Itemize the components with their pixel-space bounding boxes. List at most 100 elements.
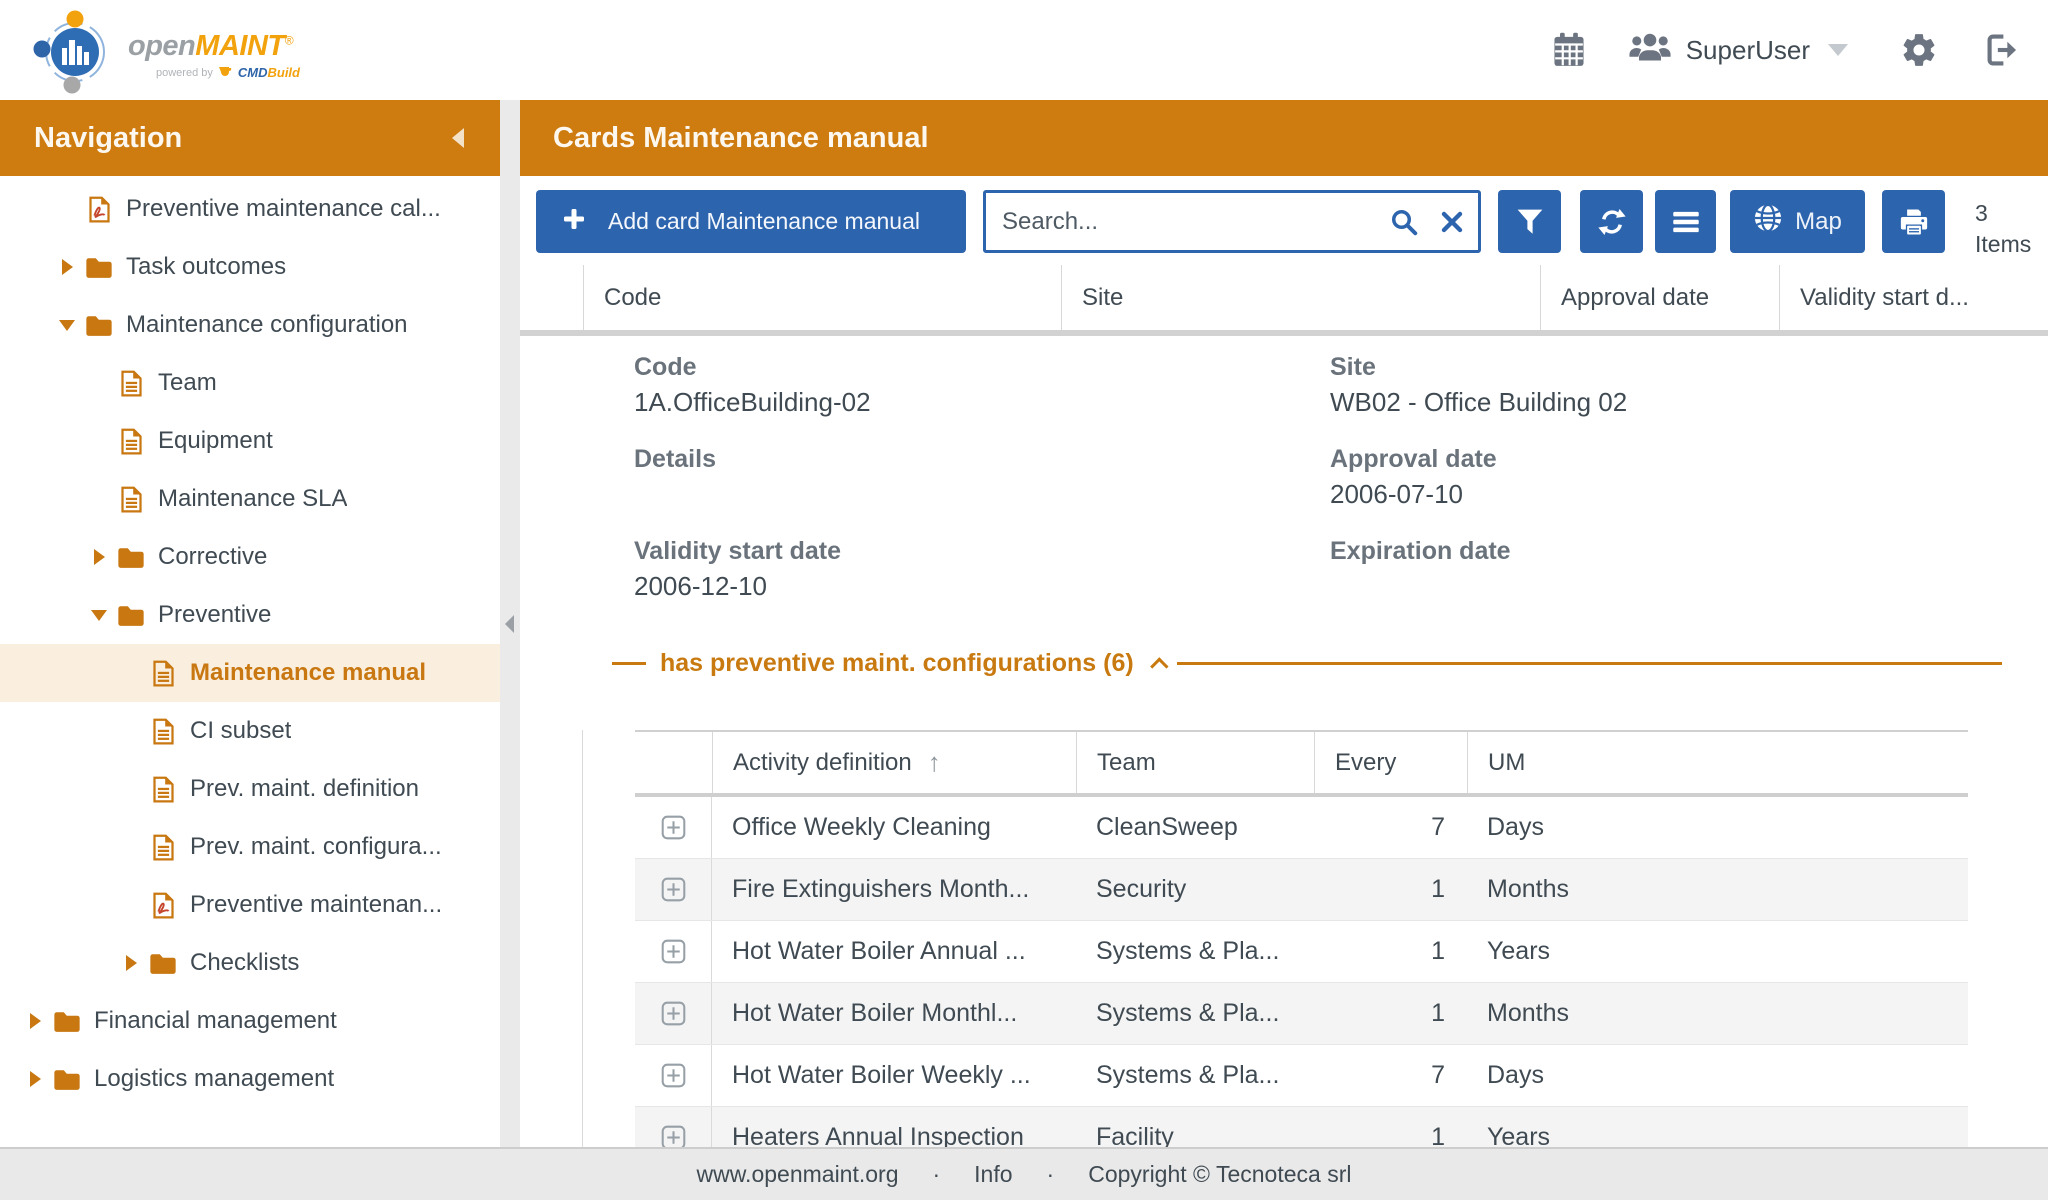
sidebar-item-prev-maint-definition[interactable]: Prev. maint. definition (0, 760, 500, 818)
page-title: Cards Maintenance manual (553, 122, 929, 155)
footer-separator: · (933, 1161, 941, 1188)
sidebar-item-maintenance-manual[interactable]: Maintenance manual (0, 644, 500, 702)
expand-row-icon[interactable] (661, 877, 686, 902)
activity-row-fire-extinguishers-month[interactable]: Fire Extinguishers Month...Security1Mont… (635, 859, 1968, 921)
clear-search-icon[interactable] (1426, 210, 1478, 234)
toolbar: Add card Maintenance manual (520, 176, 2048, 265)
sidebar-item-preventive-maintenance-cal[interactable]: Preventive maintenance cal... (0, 180, 500, 238)
caret-right-icon[interactable] (20, 1071, 50, 1087)
every-cell: 1 (1314, 999, 1467, 1028)
search-input[interactable] (986, 208, 1382, 236)
sidebar-item-prev-maint-configura[interactable]: Prev. maint. configura... (0, 818, 500, 876)
expand-row-icon[interactable] (661, 939, 686, 964)
topbar-actions: SuperUser (1552, 0, 2020, 100)
sidebar-item-label: Checklists (190, 949, 299, 977)
column-activity-definition[interactable]: Activity definition ↑ (712, 732, 1076, 793)
caret-right-icon[interactable] (20, 1013, 50, 1029)
sidebar-item-maintenance-sla[interactable]: Maintenance SLA (0, 470, 500, 528)
um-cell: Years (1467, 937, 1968, 966)
grid-menu-icon[interactable] (1655, 190, 1716, 253)
gear-icon[interactable] (1900, 31, 1938, 69)
navigation-sidebar: Navigation Preventive maintenance cal...… (0, 100, 500, 1147)
openmaint-link[interactable]: www.openmaint.org (697, 1161, 899, 1188)
sidebar-item-corrective[interactable]: Corrective (0, 528, 500, 586)
team-cell: Facility (1076, 1123, 1314, 1147)
activity-definition-cell: Heaters Annual Inspection (712, 1123, 1076, 1147)
filter-button[interactable] (1498, 190, 1561, 253)
every-cell: 1 (1314, 937, 1467, 966)
caret-right-icon[interactable] (116, 955, 146, 971)
print-button[interactable] (1882, 190, 1945, 253)
user-menu[interactable]: SuperUser (1628, 31, 1848, 70)
team-cell: Security (1076, 875, 1314, 904)
expand-row-icon[interactable] (661, 1063, 686, 1088)
calendar-icon[interactable] (1552, 32, 1586, 68)
openmaint-logo-text: openMAINT® powered by CMDBuild (128, 30, 300, 96)
activity-row-hot-water-boiler-monthl[interactable]: Hot Water Boiler Monthl...Systems & Pla.… (635, 983, 1968, 1045)
sidebar-item-label: Preventive maintenan... (190, 891, 442, 919)
main-header: Cards Maintenance manual (520, 100, 2048, 176)
activity-row-heaters-annual-inspection[interactable]: Heaters Annual InspectionFacility1Years (635, 1107, 1968, 1147)
sidebar-item-logistics-management[interactable]: Logistics management (0, 1050, 500, 1108)
sidebar-item-label: Equipment (158, 427, 273, 455)
every-cell: 1 (1314, 1123, 1467, 1147)
activity-definition-cell: Hot Water Boiler Monthl... (712, 999, 1076, 1028)
search-box (983, 190, 1481, 253)
field-value: WB02 - Office Building 02 (1330, 384, 2024, 420)
grid-column-site[interactable]: Site (1061, 265, 1540, 330)
sidebar-item-preventive[interactable]: Preventive (0, 586, 500, 644)
activity-definition-cell: Fire Extinguishers Month... (712, 875, 1076, 904)
footer: www.openmaint.org · Info · Copyright © T… (0, 1147, 2048, 1200)
caret-right-icon[interactable] (52, 259, 82, 275)
sidebar-item-task-outcomes[interactable]: Task outcomes (0, 238, 500, 296)
sidebar-item-financial-management[interactable]: Financial management (0, 992, 500, 1050)
activity-row-office-weekly-cleaning[interactable]: Office Weekly CleaningCleanSweep7Days (635, 797, 1968, 859)
folder-icon (82, 256, 116, 279)
collapse-sidebar-icon[interactable] (452, 128, 464, 148)
sign-out-icon[interactable] (1982, 31, 2020, 69)
sidebar-item-preventive-maintenan[interactable]: Preventive maintenan... (0, 876, 500, 934)
card-field-details: Details (634, 442, 1330, 534)
sidebar-item-maintenance-configuration[interactable]: Maintenance configuration (0, 296, 500, 354)
caret-down-icon[interactable] (52, 320, 82, 331)
activity-row-hot-water-boiler-weekly[interactable]: Hot Water Boiler Weekly ...Systems & Pla… (635, 1045, 1968, 1107)
info-link[interactable]: Info (974, 1161, 1012, 1188)
logo-maint-text: MAINT (195, 30, 284, 62)
username-label: SuperUser (1686, 35, 1810, 66)
card-field-site: SiteWB02 - Office Building 02 (1330, 350, 2024, 442)
search-icon[interactable] (1382, 207, 1426, 237)
sidebar-item-label: Preventive (158, 601, 271, 629)
caret-down-icon[interactable] (84, 610, 114, 621)
refresh-button[interactable] (1580, 190, 1643, 253)
expand-row-icon[interactable] (661, 1001, 686, 1026)
card-field-validity-start-date: Validity start date2006-12-10 (634, 534, 1330, 626)
class-card-icon (146, 660, 180, 687)
sidebar-item-label: Team (158, 369, 217, 397)
column-every[interactable]: Every (1314, 732, 1467, 793)
grid-column-validity-start[interactable]: Validity start d... (1779, 265, 2048, 330)
caret-right-icon[interactable] (84, 549, 114, 565)
map-button[interactable]: Map (1730, 190, 1865, 253)
caret-down-icon (1828, 44, 1848, 56)
column-um[interactable]: UM (1467, 732, 1968, 793)
folder-icon (50, 1010, 84, 1033)
sidebar-item-equipment[interactable]: Equipment (0, 412, 500, 470)
expand-row-icon[interactable] (661, 815, 686, 840)
activity-row-hot-water-boiler-annual[interactable]: Hot Water Boiler Annual ...Systems & Pla… (635, 921, 1968, 983)
sidebar-item-team[interactable]: Team (0, 354, 500, 412)
relation-title[interactable]: has preventive maint. configurations (6) (660, 649, 1134, 678)
splitter-collapse-icon[interactable] (505, 615, 514, 633)
sidebar-item-ci-subset[interactable]: CI subset (0, 702, 500, 760)
collapse-section-icon[interactable] (1150, 657, 1168, 675)
grid-column-approval-date[interactable]: Approval date (1540, 265, 1779, 330)
add-card-button[interactable]: Add card Maintenance manual (536, 190, 966, 253)
column-team[interactable]: Team (1076, 732, 1314, 793)
um-cell: Years (1467, 1123, 1968, 1147)
sidebar-item-checklists[interactable]: Checklists (0, 934, 500, 992)
grid-column-code[interactable]: Code (583, 265, 1061, 330)
field-value: 2006-12-10 (634, 568, 1330, 604)
panel-splitter[interactable] (500, 100, 520, 1147)
openmaint-logo: openMAINT® powered by CMDBuild (28, 6, 358, 96)
items-count-value: 3 (1975, 198, 2045, 229)
expand-row-icon[interactable] (661, 1125, 686, 1147)
